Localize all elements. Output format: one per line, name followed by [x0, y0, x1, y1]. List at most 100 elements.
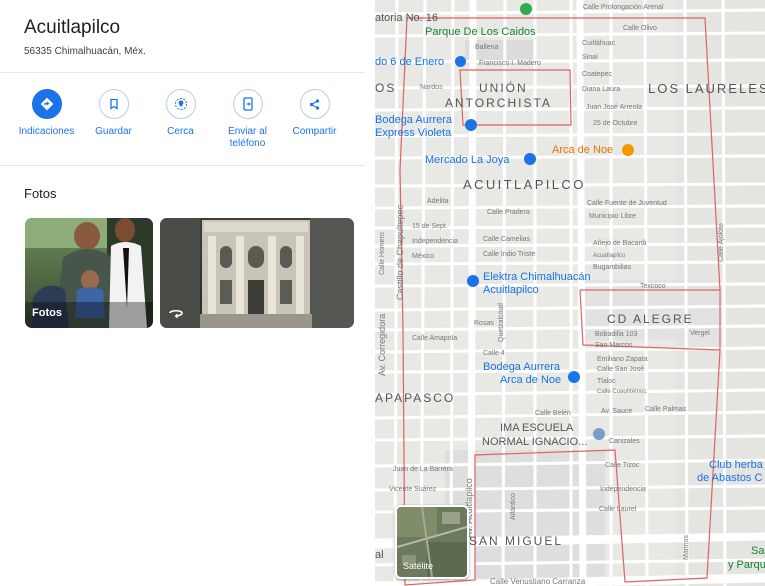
poi-label: Club herba	[709, 459, 763, 471]
street-label: Av. Sauce	[601, 408, 633, 415]
divider	[0, 72, 365, 73]
street-label: Cuitláhuac	[582, 40, 616, 47]
directions-icon	[31, 89, 62, 119]
street-label: Acuatlapilco	[593, 253, 626, 259]
nearby-label: Cerca	[167, 126, 194, 137]
street-label: Quetzalcóatl	[498, 303, 505, 342]
send-to-phone-label: Enviar al teléfono	[228, 126, 267, 149]
directions-label: Indicaciones	[18, 126, 75, 137]
street-label: Calle Cuauhtémoc	[597, 389, 647, 395]
poi-label: Mercado La Joya	[425, 154, 510, 166]
map-label: al	[375, 549, 384, 561]
save-label: Guardar	[95, 126, 132, 137]
street-label: Sinaí	[582, 54, 598, 61]
street-label: 15 de Sept.	[412, 223, 448, 230]
neighborhood-label: ANTORCHISTA	[445, 96, 552, 110]
shop-pin-icon[interactable]	[455, 56, 466, 67]
share-button[interactable]: Compartir	[281, 89, 348, 150]
street-label: Independencia	[412, 238, 458, 245]
street-label: Calle Olivo	[623, 25, 657, 32]
street-label: Calle San José	[597, 366, 645, 373]
action-bar: Indicaciones Guardar Cerca Enviar al tel…	[13, 89, 363, 150]
neighborhood-label: LOS LAURELES	[648, 81, 765, 96]
photos-heading: Fotos	[24, 186, 57, 201]
street-label: Calle Tizoc	[605, 462, 640, 469]
shop-pin-icon[interactable]	[467, 275, 479, 287]
poi-label: Arca de Noe	[500, 374, 562, 386]
street-label: Municipio Libre	[589, 213, 637, 220]
divider	[0, 165, 365, 166]
place-title: Acuitlapilco	[24, 17, 121, 38]
share-label: Compartir	[292, 126, 337, 137]
poi-label: Bodega Aurrera	[375, 114, 453, 126]
street-label: Calle Laurel	[599, 506, 637, 513]
street-label: Juan José Arreola	[586, 104, 643, 111]
poi-label: Sa	[751, 545, 765, 557]
photo-people[interactable]: Fotos	[25, 218, 153, 328]
directions-button[interactable]: Indicaciones	[13, 89, 80, 150]
park-pin-icon[interactable]	[520, 3, 532, 15]
place-panel: Acuitlapilco 56335 Chimalhuacán, Méx. In…	[0, 0, 365, 586]
street-label: Rosas	[474, 320, 494, 327]
satellite-layer-toggle[interactable]: Satélite	[395, 505, 469, 579]
poi-label: y Parqu	[728, 559, 765, 571]
market-pin-icon[interactable]	[524, 153, 536, 165]
poi-label: Bodega Aurrera	[483, 361, 561, 373]
street-label: Nardos	[420, 84, 443, 91]
shop-pin-icon[interactable]	[465, 119, 477, 131]
neighborhood-label: OS	[375, 81, 397, 95]
map-view[interactable]: Calle Prolongación Arenal Calle Olivo Ba…	[375, 0, 765, 586]
street-label: México	[412, 253, 435, 260]
nearby-icon	[165, 89, 196, 119]
satellite-label: Satélite	[403, 561, 434, 571]
street-label: Calle 4	[483, 350, 505, 357]
map-label: atoria No. 16	[375, 12, 438, 24]
street-label: Coatepec	[582, 71, 612, 78]
street-label: Añejo de Bacardi	[593, 240, 647, 247]
poi-label: IMA ESCUELA	[500, 422, 574, 434]
poi-label: NORMAL IGNACIO...	[482, 436, 588, 448]
save-button[interactable]: Guardar	[80, 89, 147, 150]
street-label: San Marcos	[595, 342, 633, 349]
shop-pin-icon[interactable]	[568, 371, 580, 383]
street-label: Bobadilla 103	[595, 331, 638, 338]
street-label: Vicente Suárez	[389, 486, 437, 493]
street-label: Bugambilias	[593, 264, 632, 271]
neighborhood-label-acuitlapilco: ACUITLAPILCO	[463, 177, 586, 192]
poi-label: Express Violeta	[375, 127, 452, 139]
street-label: Calle Amapola	[412, 335, 458, 342]
neighborhood-label: CD ALEGRE	[607, 312, 694, 326]
street-label: Calle Pradera	[487, 209, 530, 216]
neighborhood-label: SAN MIGUEL	[469, 534, 564, 548]
street-label: Calle Prolongación Arenal	[583, 4, 664, 11]
poi-label: Elektra Chimalhuacán	[483, 271, 591, 283]
street-label: Vergel	[690, 330, 710, 337]
place-address: 56335 Chimalhuacán, Méx.	[24, 46, 146, 57]
photo-building[interactable]	[160, 218, 354, 328]
street-label: Calle Indio Triste	[483, 251, 536, 258]
street-label: 25 de Octubre	[593, 120, 638, 127]
poi-label: Arca de Noe	[552, 144, 614, 156]
street-label: Castillo de Chapultepec	[395, 204, 405, 300]
street-label: Calle Camelias	[483, 236, 531, 243]
street-label: Texcoco	[640, 283, 666, 290]
poi-label: Acuitlapilco	[483, 284, 539, 296]
street-label: Emiliano Zapata	[597, 356, 648, 363]
360-view-icon	[168, 307, 184, 322]
school-pin-icon[interactable]	[593, 428, 605, 440]
street-label: Marinos	[683, 535, 690, 560]
nearby-button[interactable]: Cerca	[147, 89, 214, 150]
send-to-phone-button[interactable]: Enviar al teléfono	[214, 89, 281, 150]
street-label: Calle Fuente de Juventud	[587, 200, 667, 207]
street-label: Calle Ajolote	[718, 223, 725, 262]
street-label: Atlántico	[510, 493, 517, 520]
neighborhood-label: APAPASCO	[375, 391, 456, 405]
street-label: Adelita	[427, 198, 449, 205]
street-label: Tlaloc	[597, 378, 616, 385]
photos-label: Fotos	[32, 307, 62, 319]
street-label: Ballena	[475, 44, 499, 51]
poi-label: de Abastos C	[697, 472, 763, 484]
street-label: Diana Laura	[582, 86, 621, 93]
store-pin-icon[interactable]	[622, 144, 634, 156]
poi-park-label: Parque De Los Caidos	[425, 26, 536, 38]
